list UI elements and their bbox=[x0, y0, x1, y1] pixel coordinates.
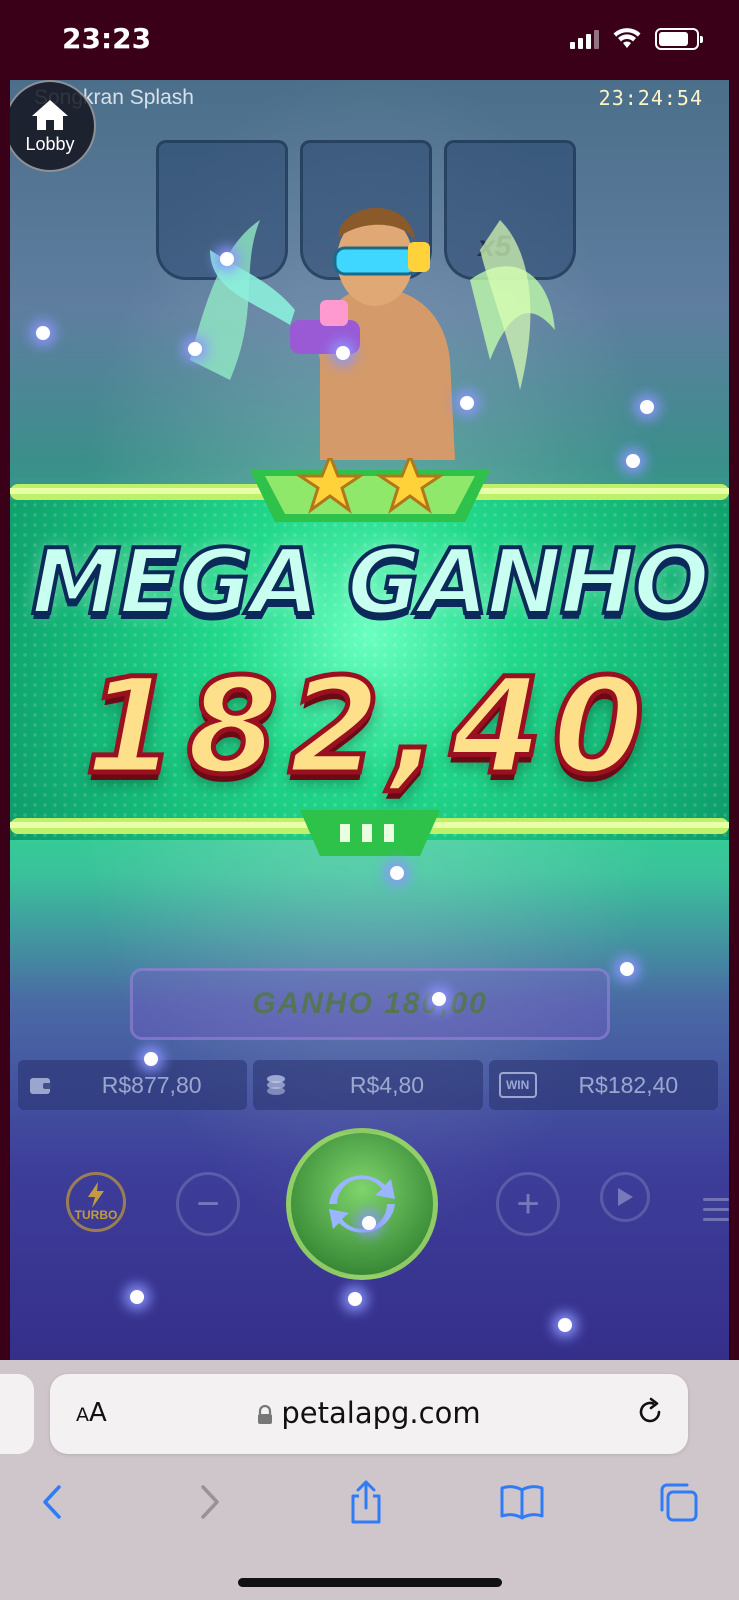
lightning-icon bbox=[88, 1182, 104, 1208]
wifi-icon bbox=[613, 28, 641, 48]
lobby-label: Lobby bbox=[25, 133, 75, 154]
increase-bet-button[interactable]: + bbox=[496, 1172, 560, 1236]
bet-cell[interactable]: R$4,80 bbox=[253, 1060, 483, 1110]
spin-button[interactable] bbox=[286, 1128, 438, 1280]
sparkle-effect bbox=[220, 252, 234, 266]
home-icon bbox=[32, 99, 68, 130]
tabs-button[interactable] bbox=[648, 1472, 708, 1532]
sparkle-effect bbox=[626, 454, 640, 468]
coins-icon bbox=[263, 1072, 289, 1098]
sparkle-effect bbox=[460, 396, 474, 410]
tabs-icon bbox=[660, 1483, 698, 1522]
lock-icon bbox=[258, 1405, 273, 1424]
back-button[interactable] bbox=[22, 1472, 82, 1532]
sparkle-effect bbox=[620, 962, 634, 976]
win-banner-bottom bbox=[10, 810, 729, 856]
share-button[interactable] bbox=[336, 1472, 396, 1532]
share-icon bbox=[351, 1480, 381, 1524]
sparkle-effect bbox=[558, 1318, 572, 1332]
sparkle-effect bbox=[130, 1290, 144, 1304]
win-total-text: GANHO 180,00 bbox=[252, 987, 488, 1020]
decrease-bet-button[interactable]: − bbox=[176, 1172, 240, 1236]
spin-arrows-icon bbox=[329, 1175, 395, 1233]
play-icon bbox=[618, 1188, 633, 1206]
mega-win-headline: MEGA GANHO bbox=[29, 528, 712, 637]
sparkle-effect bbox=[348, 1292, 362, 1306]
win-value: R$182,40 bbox=[578, 1071, 679, 1098]
autoplay-button[interactable] bbox=[600, 1172, 650, 1222]
sparkle-effect bbox=[362, 1216, 376, 1230]
book-icon bbox=[500, 1485, 544, 1520]
battery-icon bbox=[655, 28, 703, 50]
status-icons bbox=[570, 28, 703, 50]
character-illustration bbox=[190, 207, 555, 460]
balance-cell: R$877,80 bbox=[18, 1060, 248, 1110]
status-bar: 23:23 bbox=[0, 0, 739, 80]
chevron-right-icon bbox=[201, 1485, 219, 1519]
browser-toolbar bbox=[0, 1472, 739, 1542]
turbo-button[interactable]: TURBO bbox=[66, 1172, 126, 1232]
win-badge-icon: WIN bbox=[498, 1072, 537, 1098]
previous-tab-preview[interactable] bbox=[0, 1374, 34, 1454]
status-time: 23:23 bbox=[62, 22, 152, 55]
bookmarks-button[interactable] bbox=[492, 1472, 552, 1532]
turbo-label: TURBO bbox=[74, 1208, 118, 1222]
sparkle-effect bbox=[640, 400, 654, 414]
game-controls: TURBO − + bbox=[10, 1120, 729, 1280]
browser-chrome: AA petalapg.com bbox=[0, 1360, 739, 1600]
sparkle-effect bbox=[432, 992, 446, 1006]
forward-button[interactable] bbox=[180, 1472, 240, 1532]
win-total-bar: GANHO 180,00 bbox=[130, 968, 610, 1040]
info-row: R$877,80 R$4,80 WIN R$182,40 bbox=[18, 1060, 718, 1110]
url-text: petalapg.com bbox=[281, 1396, 481, 1430]
reload-icon[interactable] bbox=[634, 1396, 666, 1428]
win-cell: WIN R$182,40 bbox=[488, 1060, 718, 1110]
plus-icon: + bbox=[516, 1181, 540, 1226]
address-bar[interactable]: AA petalapg.com bbox=[50, 1374, 688, 1454]
game-viewport[interactable]: x5 Songkran Splash 23:24:54 Lobby bbox=[10, 80, 729, 1360]
url-display[interactable]: petalapg.com bbox=[50, 1396, 688, 1430]
game-clock: 23:24:54 bbox=[598, 86, 703, 110]
cellular-signal-icon bbox=[570, 29, 599, 49]
sparkle-effect bbox=[36, 326, 50, 340]
mega-win-amount: 182,40 bbox=[82, 648, 655, 807]
sparkle-effect bbox=[336, 346, 350, 360]
sparkle-effect bbox=[390, 866, 404, 880]
win-banner-top bbox=[10, 458, 729, 522]
chevron-left-icon bbox=[43, 1485, 61, 1519]
home-indicator[interactable] bbox=[238, 1578, 502, 1587]
sparkle-effect bbox=[188, 342, 202, 356]
bet-value: R$4,80 bbox=[349, 1071, 425, 1098]
minus-icon: − bbox=[196, 1181, 220, 1226]
balance-value: R$877,80 bbox=[101, 1071, 202, 1098]
menu-icon[interactable] bbox=[703, 1198, 729, 1228]
wallet-icon bbox=[28, 1072, 54, 1098]
sparkle-effect bbox=[144, 1052, 158, 1066]
